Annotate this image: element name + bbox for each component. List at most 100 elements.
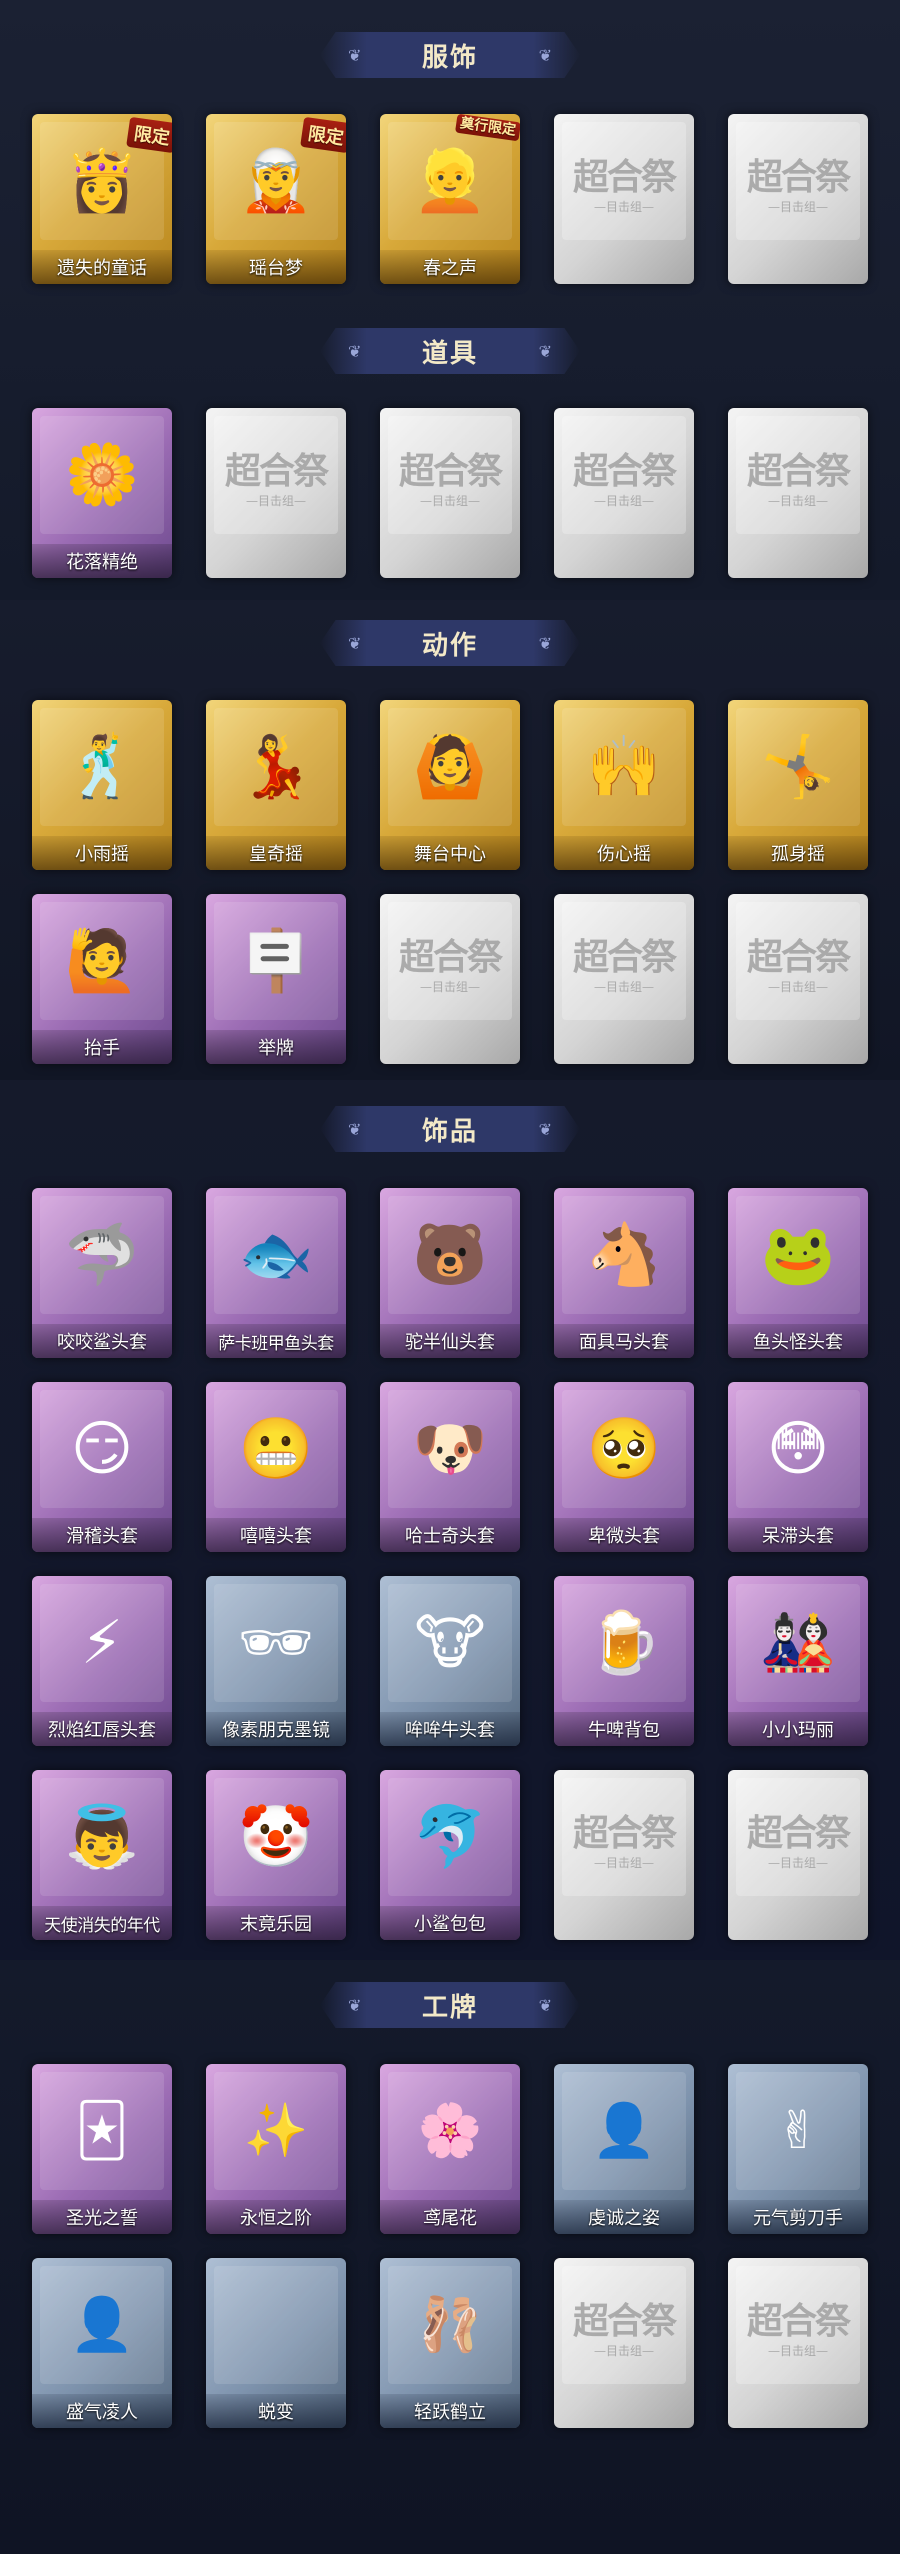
empty-card: 超合祭 —目击组— bbox=[728, 2258, 868, 2428]
watermark: 超合祭 —目击组— bbox=[736, 902, 860, 1020]
empty-card: 超合祭 —目击组— bbox=[728, 114, 868, 284]
item-card[interactable]: 👸 限定 遗失的童话 bbox=[32, 114, 172, 284]
item-card[interactable]: 🦈 咬咬鲨头套 bbox=[32, 1188, 172, 1358]
swirl-left-icon: ❦ bbox=[348, 1996, 362, 2015]
item-card[interactable]: 💃 皇奇摇 bbox=[206, 700, 346, 870]
empty-card: 超合祭 —目击组— bbox=[554, 2258, 694, 2428]
item-card[interactable]: 🐮 哞哞牛头套 bbox=[380, 1576, 520, 1746]
item-card[interactable]: 🐟 萨卡班甲鱼头套 bbox=[206, 1188, 346, 1358]
empty-card: 超合祭 —目击组— bbox=[554, 1770, 694, 1940]
swirl-left-icon: ❦ bbox=[348, 342, 362, 361]
item-card[interactable]: 🧝 限定 瑶台梦 bbox=[206, 114, 346, 284]
blonde-avatar-icon: 👱 bbox=[388, 122, 512, 240]
item-label: 面具马头套 bbox=[554, 1324, 694, 1358]
item-card[interactable]: 😏 滑稽头套 bbox=[32, 1382, 172, 1552]
item-card[interactable]: 🎎 小小玛丽 bbox=[728, 1576, 868, 1746]
item-card[interactable]: 🥺 卑微头套 bbox=[554, 1382, 694, 1552]
item-card[interactable]: 🕶 像素朋克墨镜 bbox=[206, 1576, 346, 1746]
item-label: 末竟乐园 bbox=[206, 1906, 346, 1940]
item-card[interactable]: 🪧 举牌 bbox=[206, 894, 346, 1064]
section-header: ❦ 动作 ❦ bbox=[320, 620, 580, 666]
item-card[interactable]: 🙌 伤心摇 bbox=[554, 700, 694, 870]
golden-card-icon: 🃏 bbox=[40, 2072, 164, 2190]
empty-card: 超合祭 —目击组— bbox=[728, 1770, 868, 1940]
item-card[interactable]: 😳 呆滞头套 bbox=[728, 1382, 868, 1552]
item-card[interactable]: 🌼 花落精绝 bbox=[32, 408, 172, 578]
item-card[interactable]: ✌ 元气剪刀手 bbox=[728, 2064, 868, 2234]
item-card[interactable]: ✨ 永恒之阶 bbox=[206, 2064, 346, 2234]
item-label: 皇奇摇 bbox=[206, 836, 346, 870]
watermark: 超合祭 —目击组— bbox=[562, 2266, 686, 2384]
item-card[interactable]: ⚡ 烈焰红唇头套 bbox=[32, 1576, 172, 1746]
hold-sign-pose-icon: 🪧 bbox=[214, 902, 338, 1020]
item-card[interactable]: 🐻 驼半仙头套 bbox=[380, 1188, 520, 1358]
item-card[interactable]: 🙋 抬手 bbox=[32, 894, 172, 1064]
item-label: 抬手 bbox=[32, 1030, 172, 1064]
item-label: 小小玛丽 bbox=[728, 1712, 868, 1746]
section-title: 动作 bbox=[421, 630, 478, 661]
item-label: 虔诚之姿 bbox=[554, 2200, 694, 2234]
empty-card: 超合祭 —目击组— bbox=[554, 894, 694, 1064]
item-card[interactable]: 🙆 舞台中心 bbox=[380, 700, 520, 870]
item-label: 呆滞头套 bbox=[728, 1518, 868, 1552]
swirl-right-icon: ❦ bbox=[538, 1120, 552, 1139]
watermark: 超合祭 —目击组— bbox=[562, 122, 686, 240]
silhouette-card-icon: ✌ bbox=[736, 2072, 860, 2190]
purple-card-icon: 🌸 bbox=[388, 2072, 512, 2190]
item-label: 鸢尾花 bbox=[380, 2200, 520, 2234]
item-card[interactable]: 🌸 鸢尾花 bbox=[380, 2064, 520, 2234]
item-label: 小鲨包包 bbox=[380, 1906, 520, 1940]
item-label: 举牌 bbox=[206, 1030, 346, 1064]
pleading-emoji-head-icon: 🥺 bbox=[562, 1390, 686, 1508]
item-label: 永恒之阶 bbox=[206, 2200, 346, 2234]
silhouette-card-icon: 🩰 bbox=[388, 2266, 512, 2384]
item-card[interactable]: 👤 虔诚之姿 bbox=[554, 2064, 694, 2234]
item-card[interactable]: 👤 盛气凌人 bbox=[32, 2258, 172, 2428]
clown-pendant-icon: 🤡 bbox=[214, 1778, 338, 1896]
watermark: 超合祭 —目击组— bbox=[736, 416, 860, 534]
item-card[interactable]: 🩰 轻跃鹤立 bbox=[380, 2258, 520, 2428]
watermark: 超合祭 —目击组— bbox=[562, 902, 686, 1020]
section-header: ❦ 道具 ❦ bbox=[320, 328, 580, 374]
item-label: 花落精绝 bbox=[32, 544, 172, 578]
item-card[interactable]: 蜕变 bbox=[206, 2258, 346, 2428]
cow-barrel-backpack-icon: 🍺 bbox=[562, 1584, 686, 1702]
empty-card: 超合祭 —目击组— bbox=[206, 408, 346, 578]
item-label: 哞哞牛头套 bbox=[380, 1712, 520, 1746]
item-card[interactable]: 🐶 哈士奇头套 bbox=[380, 1382, 520, 1552]
empty-card: 超合祭 —目击组— bbox=[728, 894, 868, 1064]
item-card[interactable]: 😬 嘻嘻头套 bbox=[206, 1382, 346, 1552]
empty-card: 超合祭 —目击组— bbox=[554, 408, 694, 578]
item-card[interactable]: 👱 奠行限定 春之声 bbox=[380, 114, 520, 284]
item-label: 滑稽头套 bbox=[32, 1518, 172, 1552]
watermark: 超合祭 —目击组— bbox=[388, 416, 512, 534]
fish-head-icon: 🐟 bbox=[214, 1196, 338, 1314]
flower-necklace-icon: 🌼 bbox=[40, 416, 164, 534]
section-header: ❦ 服饰 ❦ bbox=[320, 32, 580, 78]
item-card[interactable]: 🐴 面具马头套 bbox=[554, 1188, 694, 1358]
empty-card: 超合祭 —目击组— bbox=[728, 408, 868, 578]
item-card[interactable]: 🕺 小雨摇 bbox=[32, 700, 172, 870]
swirl-left-icon: ❦ bbox=[348, 1120, 362, 1139]
item-card[interactable]: 🃏 圣光之誓 bbox=[32, 2064, 172, 2234]
watermark: 超合祭 —目击组— bbox=[214, 416, 338, 534]
item-label: 牛啤背包 bbox=[554, 1712, 694, 1746]
pikachu-head-icon: ⚡ bbox=[40, 1584, 164, 1702]
dazed-emoji-head-icon: 😳 bbox=[736, 1390, 860, 1508]
item-label: 哈士奇头套 bbox=[380, 1518, 520, 1552]
dance-pose-icon: 💃 bbox=[214, 708, 338, 826]
item-card[interactable]: 👼 天使消失的年代 bbox=[32, 1770, 172, 1940]
item-card[interactable]: 🤸 孤身摇 bbox=[728, 700, 868, 870]
dance-pose-icon: 🤸 bbox=[736, 708, 860, 826]
item-label: 遗失的童话 bbox=[32, 250, 172, 284]
item-card[interactable]: 🐸 鱼头怪头套 bbox=[728, 1188, 868, 1358]
item-label: 咬咬鲨头套 bbox=[32, 1324, 172, 1358]
doll-pendant-icon: 🎎 bbox=[736, 1584, 860, 1702]
item-card[interactable]: 🐬 小鲨包包 bbox=[380, 1770, 520, 1940]
item-card[interactable]: 🤡 末竟乐园 bbox=[206, 1770, 346, 1940]
item-label: 萨卡班甲鱼头套 bbox=[206, 1324, 346, 1358]
item-label: 孤身摇 bbox=[728, 836, 868, 870]
husky-head-icon: 🐶 bbox=[388, 1390, 512, 1508]
glowing-card-icon: ✨ bbox=[214, 2072, 338, 2190]
item-card[interactable]: 🍺 牛啤背包 bbox=[554, 1576, 694, 1746]
